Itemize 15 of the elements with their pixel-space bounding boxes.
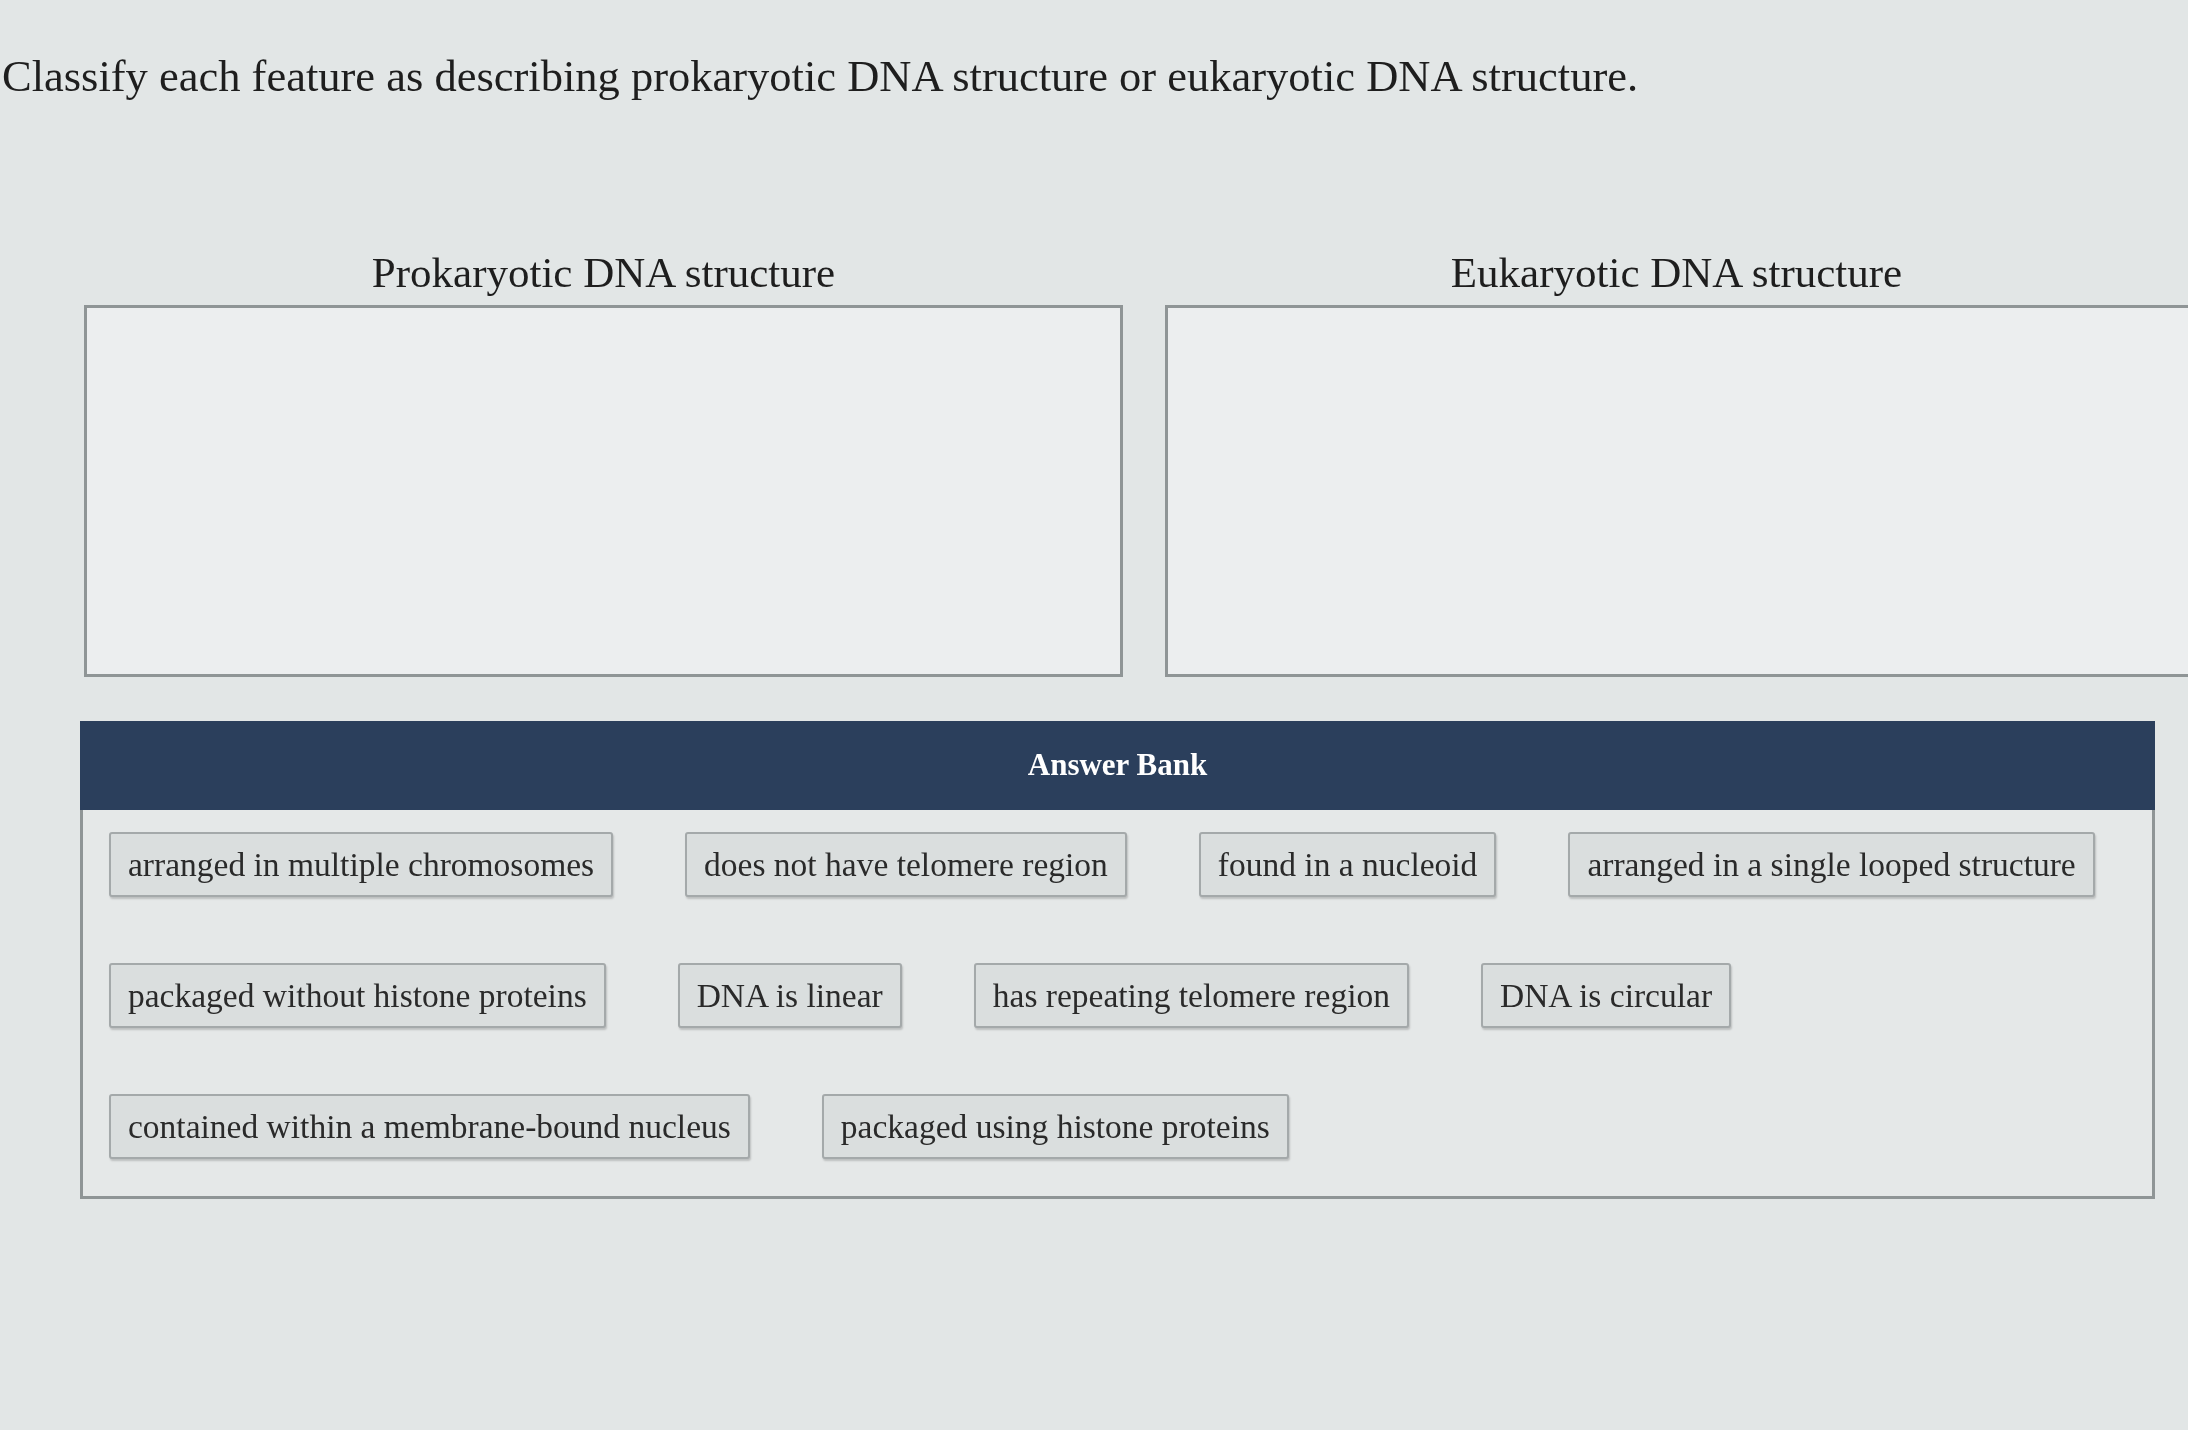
category-heading: Eukaryotic DNA structure xyxy=(1449,248,1904,299)
answer-tile[interactable]: has repeating telomere region xyxy=(973,963,1409,1028)
answer-tile[interactable]: found in a nucleoid xyxy=(1198,832,1497,897)
answer-tile[interactable]: DNA is circular xyxy=(1480,963,1732,1028)
answer-tile[interactable]: packaged without histone proteins xyxy=(109,963,606,1028)
answer-tile[interactable]: DNA is linear xyxy=(677,963,902,1028)
answer-tile[interactable]: packaged using histone proteins xyxy=(821,1094,1289,1159)
answer-tile[interactable]: arranged in multiple chromosomes xyxy=(109,832,614,897)
answer-tile[interactable]: arranged in a single looped structure xyxy=(1568,832,2095,897)
answer-bank-header: Answer Bank xyxy=(80,721,2155,810)
answer-tile[interactable]: contained within a membrane-bound nucleus xyxy=(109,1094,750,1159)
drop-zone[interactable] xyxy=(84,305,1123,677)
instruction-text: Classify each feature as describing prokaryotic DNA structure or eukaryotic DNA structure. xyxy=(2,50,1639,103)
answer-tile[interactable]: does not have telomere region xyxy=(685,832,1127,897)
category-heading: Prokaryotic DNA structure xyxy=(370,248,837,299)
